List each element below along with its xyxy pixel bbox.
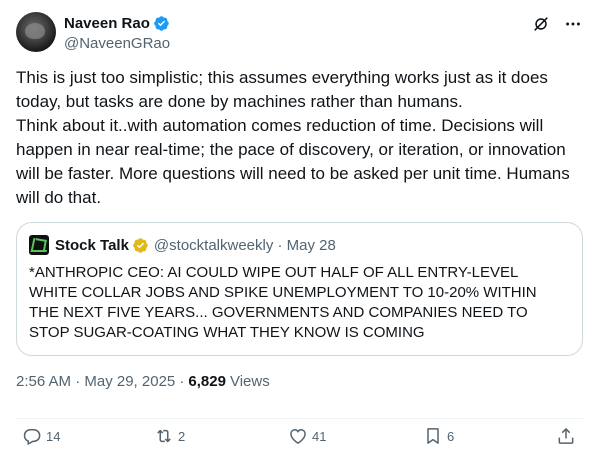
like-button[interactable]: 41 — [288, 426, 326, 446]
quoted-tweet-header: Stock Talk @stocktalkweekly · May 28 — [29, 235, 336, 255]
quoted-tweet-text: *ANTHROPIC CEO: AI COULD WIPE OUT HALF O… — [29, 264, 537, 341]
name-row: Naveen Rao — [64, 13, 170, 33]
quoted-handle-date: @stocktalkweekly · May 28 — [153, 236, 336, 254]
tweet-text: This is just too simplistic; this assume… — [16, 66, 583, 210]
share-button[interactable] — [556, 426, 576, 446]
bookmark-icon — [427, 428, 439, 444]
more-icon[interactable] — [563, 14, 583, 34]
avatar[interactable] — [16, 12, 56, 52]
verified-badge-icon — [154, 15, 169, 31]
repost-icon — [157, 429, 171, 443]
top-actions — [531, 14, 583, 34]
tweet-header: Naveen Rao @NaveenGRao — [16, 12, 583, 54]
quoted-author-name: Stock Talk — [55, 236, 129, 254]
author-handle[interactable]: @NaveenGRao — [64, 35, 170, 52]
bookmark-count: 6 — [447, 428, 455, 444]
like-icon — [290, 428, 306, 444]
share-icon — [558, 428, 574, 444]
quoted-avatar — [29, 235, 49, 255]
quoted-tweet[interactable]: Stock Talk @stocktalkweekly · May 28 *AN… — [16, 222, 583, 356]
verified-badge-icon — [133, 237, 148, 253]
reply-count: 14 — [46, 428, 61, 444]
bookmark-button[interactable]: 6 — [423, 426, 454, 446]
repost-button[interactable]: 2 — [154, 426, 185, 446]
like-count: 41 — [312, 428, 327, 444]
views-label: Views — [229, 373, 270, 390]
tweet-paragraph: Think about it..with automation comes re… — [16, 116, 570, 207]
author-info: Naveen Rao @NaveenGRao — [64, 13, 170, 53]
reply-button[interactable]: 14 — [22, 426, 60, 446]
repost-count: 2 — [178, 428, 186, 444]
views-count: 6,829 — [188, 373, 226, 390]
action-bar: 14 2 41 6 — [16, 418, 583, 452]
tweet-paragraph: This is just too simplistic; this assume… — [16, 68, 548, 111]
reply-icon — [23, 429, 41, 446]
author-name[interactable]: Naveen Rao — [64, 15, 150, 32]
timestamp[interactable]: 2:56 AM · May 29, 2025 · — [16, 373, 184, 390]
grok-icon[interactable] — [531, 14, 551, 34]
tweet-meta: 2:56 AM · May 29, 2025 · 6,829 Views — [16, 373, 270, 390]
